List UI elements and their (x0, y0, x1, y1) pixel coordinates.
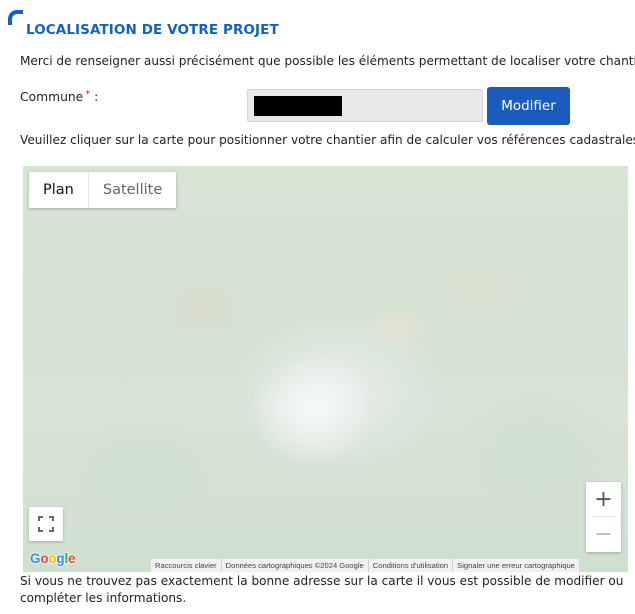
terms-link[interactable]: Conditions d'utilisation (369, 559, 454, 572)
map-type-control: Plan Satellite (29, 172, 177, 208)
commune-label-text: Commune (20, 90, 84, 104)
keyboard-shortcuts-link[interactable]: Raccourcis clavier (151, 559, 222, 572)
map-instruction: Veuillez cliquer sur la carte pour posit… (20, 133, 635, 147)
zoom-out-button[interactable]: − (586, 517, 621, 551)
intro-text: Merci de renseigner aussi précisément qu… (20, 54, 635, 68)
fullscreen-icon (38, 516, 54, 532)
logo-letter: e (68, 551, 76, 566)
fullscreen-button[interactable] (29, 507, 63, 541)
map-data-credit: Données cartographiques ©2024 Google (222, 559, 369, 572)
modifier-button[interactable]: Modifier (487, 87, 570, 125)
map[interactable]: Plan Satellite + − Google Raccourcis cla… (23, 166, 628, 572)
zoom-control: + − (586, 482, 621, 552)
commune-label: Commune * : (20, 89, 98, 104)
redacted-value (254, 96, 342, 116)
logo-letter: G (30, 551, 41, 566)
google-logo: Google (30, 551, 76, 566)
map-attribution: Raccourcis clavier Données cartographiqu… (151, 559, 579, 572)
map-type-plan[interactable]: Plan (29, 172, 89, 208)
section-title: LOCALISATION DE VOTRE PROJET (26, 22, 279, 38)
footer-note: Si vous ne trouvez pas exactement la bon… (20, 574, 624, 605)
zoom-in-button[interactable]: + (586, 482, 621, 516)
map-tiles[interactable] (23, 166, 628, 572)
section-corner-decoration (8, 10, 23, 25)
report-error-link[interactable]: Signaler une erreur cartographique (453, 559, 579, 572)
commune-label-suffix: : (90, 90, 99, 104)
map-type-satellite[interactable]: Satellite (89, 172, 176, 208)
commune-field[interactable] (247, 89, 483, 122)
